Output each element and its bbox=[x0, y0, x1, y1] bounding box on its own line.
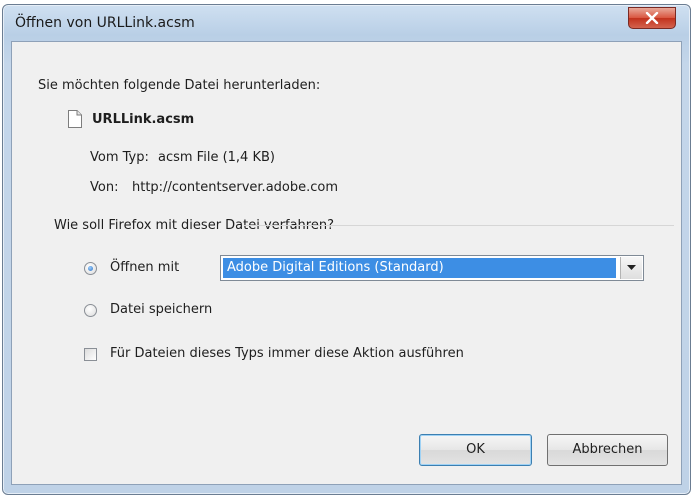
dialog-body: Sie möchten folgende Datei herunterladen… bbox=[11, 41, 682, 485]
close-icon bbox=[645, 12, 659, 24]
application-select[interactable]: Adobe Digital Editions (Standard) bbox=[220, 255, 644, 281]
title-bar[interactable]: Öffnen von URLLink.acsm bbox=[3, 5, 690, 39]
chevron-down-icon bbox=[627, 265, 636, 270]
always-do-this-label[interactable]: Für Dateien dieses Typs immer diese Akti… bbox=[110, 346, 464, 361]
always-do-this-checkbox[interactable] bbox=[84, 348, 97, 361]
file-type-value: acsm File (1,4 KB) bbox=[158, 150, 275, 165]
intro-text: Sie möchten folgende Datei herunterladen… bbox=[38, 78, 321, 93]
window-title: Öffnen von URLLink.acsm bbox=[15, 15, 195, 31]
open-with-label[interactable]: Öffnen mit bbox=[110, 260, 179, 275]
file-name: URLLink.acsm bbox=[92, 112, 195, 127]
file-icon bbox=[68, 110, 82, 128]
file-source-value: http://contentserver.adobe.com bbox=[132, 180, 339, 195]
ok-button[interactable]: OK bbox=[419, 434, 532, 466]
save-file-label[interactable]: Datei speichern bbox=[110, 302, 212, 317]
download-dialog: Öffnen von URLLink.acsm Sie möchten folg… bbox=[2, 4, 691, 495]
save-file-radio[interactable] bbox=[84, 304, 97, 317]
file-type-label: Vom Typ: bbox=[90, 150, 149, 165]
open-with-radio[interactable] bbox=[84, 262, 97, 275]
dropdown-button[interactable] bbox=[620, 257, 642, 279]
close-button[interactable] bbox=[628, 7, 676, 29]
radio-selected-dot bbox=[88, 266, 93, 271]
cancel-button[interactable]: Abbrechen bbox=[547, 434, 668, 466]
divider bbox=[244, 225, 674, 226]
file-source-label: Von: bbox=[90, 180, 119, 195]
application-select-value: Adobe Digital Editions (Standard) bbox=[223, 258, 616, 278]
